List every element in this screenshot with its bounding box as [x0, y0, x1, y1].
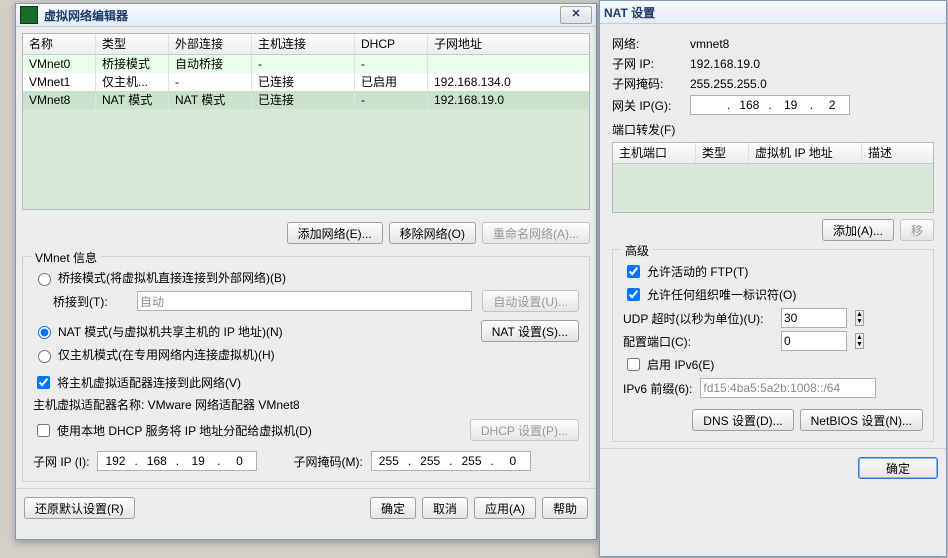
table-empty-area	[23, 109, 589, 209]
ipv6-prefix-label: IPv6 前缀(6):	[623, 380, 692, 397]
nat-subnetip-value: 192.168.19.0	[690, 57, 760, 71]
network-table: 名称 类型 外部连接 主机连接 DHCP 子网地址 VMnet0 桥接模式 自动…	[22, 33, 590, 210]
subnet-ip-field[interactable]: . . .	[97, 451, 257, 471]
advanced-legend: 高级	[621, 242, 653, 259]
hostonly-mode-label: 仅主机模式(在专用网络内连接虚拟机)(H)	[58, 346, 275, 363]
nat-titlebar[interactable]: NAT 设置	[600, 1, 946, 24]
col-vmip[interactable]: 虚拟机 IP 地址	[749, 143, 862, 163]
col-type[interactable]: 类型	[96, 34, 169, 54]
use-dhcp-checkbox[interactable]	[37, 424, 50, 437]
allow-ftp-label: 允许活动的 FTP(T)	[647, 263, 748, 280]
nat-title: NAT 设置	[604, 4, 655, 21]
remove-network-button[interactable]: 移除网络(O)	[389, 222, 476, 244]
network-table-header: 名称 类型 外部连接 主机连接 DHCP 子网地址	[23, 34, 589, 55]
virtual-network-editor-window: 虚拟网络编辑器 ✕ 名称 类型 外部连接 主机连接 DHCP 子网地址 VMne…	[15, 3, 597, 540]
col-hostport[interactable]: 主机端口	[613, 143, 696, 163]
apply-button[interactable]: 应用(A)	[474, 497, 536, 519]
gateway-label: 网关 IP(G):	[612, 97, 682, 114]
nat-subnetip-label: 子网 IP:	[612, 55, 682, 72]
pf-empty-area	[613, 164, 933, 212]
spinner-icon[interactable]: ▲▼	[855, 333, 864, 349]
cancel-button[interactable]: 取消	[422, 497, 468, 519]
col-desc[interactable]: 描述	[862, 143, 933, 163]
pf-add-button[interactable]: 添加(A)...	[822, 219, 894, 241]
rename-network-button: 重命名网络(A)...	[482, 222, 590, 244]
config-port-label: 配置端口(C):	[623, 333, 773, 350]
port-forward-label: 端口转发(F)	[612, 121, 934, 138]
vmnet-info-group: VMnet 信息 桥接模式(将虚拟机直接连接到外部网络)(B) 桥接到(T): …	[22, 256, 590, 482]
app-icon	[20, 6, 38, 24]
enable-ipv6-label: 启用 IPv6(E)	[647, 356, 714, 373]
bridge-to-label: 桥接到(T):	[53, 293, 133, 310]
hostonly-mode-radio[interactable]	[38, 350, 51, 363]
config-port-field[interactable]	[781, 331, 847, 351]
adapter-name-label: 主机虚拟适配器名称: VMware 网络适配器 VMnet8	[33, 396, 579, 413]
bridge-mode-radio[interactable]	[38, 273, 51, 286]
connect-host-adapter-label: 将主机虚拟适配器连接到此网络(V)	[57, 374, 241, 391]
table-row[interactable]: VMnet8 NAT 模式 NAT 模式 已连接 - 192.168.19.0	[23, 91, 589, 109]
ok-button[interactable]: 确定	[370, 497, 416, 519]
netbios-settings-button[interactable]: NetBIOS 设置(N)...	[800, 409, 923, 431]
nat-mode-radio[interactable]	[38, 326, 51, 339]
nat-mode-label: NAT 模式(与虚拟机共享主机的 IP 地址)(N)	[58, 323, 283, 340]
table-row[interactable]: VMnet1 仅主机... - 已连接 已启用 192.168.134.0	[23, 73, 589, 91]
nat-settings-window: NAT 设置 网络: vmnet8 子网 IP: 192.168.19.0 子网掩码…	[599, 0, 947, 557]
restore-defaults-button[interactable]: 还原默认设置(R)	[24, 497, 135, 519]
subnet-mask-field[interactable]: . . .	[371, 451, 531, 471]
col-host[interactable]: 主机连接	[252, 34, 355, 54]
nat-mask-label: 子网掩码:	[612, 75, 682, 92]
table-row[interactable]: VMnet0 桥接模式 自动桥接 - -	[23, 55, 589, 73]
auto-settings-button: 自动设置(U)...	[482, 290, 579, 312]
allow-oui-checkbox[interactable]	[627, 288, 640, 301]
ipv6-prefix-field	[700, 378, 876, 398]
nat-mask-value: 255.255.255.0	[690, 77, 767, 91]
port-forward-table: 主机端口 类型 虚拟机 IP 地址 描述	[612, 142, 934, 213]
spinner-icon[interactable]: ▲▼	[855, 310, 864, 326]
use-dhcp-label: 使用本地 DHCP 服务将 IP 地址分配给虚拟机(D)	[57, 422, 312, 439]
dhcp-settings-button: DHCP 设置(P)...	[470, 419, 579, 441]
col-dhcp[interactable]: DHCP	[355, 34, 428, 54]
enable-ipv6-checkbox[interactable]	[627, 358, 640, 371]
help-button[interactable]: 帮助	[542, 497, 588, 519]
close-icon[interactable]: ✕	[560, 6, 592, 24]
nat-net-value: vmnet8	[690, 37, 729, 51]
vmnet-info-legend: VMnet 信息	[31, 249, 101, 266]
pf-remove-button: 移	[900, 219, 934, 241]
subnet-mask-label: 子网掩码(M):	[293, 453, 362, 470]
allow-oui-label: 允许任何组织唯一标识符(O)	[647, 286, 796, 303]
udp-timeout-field[interactable]	[781, 308, 847, 328]
advanced-group: 高级 允许活动的 FTP(T) 允许任何组织唯一标识符(O) UDP 超时(以秒…	[612, 249, 934, 442]
col-name[interactable]: 名称	[23, 34, 96, 54]
col-pftype[interactable]: 类型	[696, 143, 749, 163]
dns-settings-button[interactable]: DNS 设置(D)...	[692, 409, 793, 431]
nat-ok-button[interactable]: 确定	[858, 457, 938, 479]
subnet-ip-label: 子网 IP (I):	[33, 453, 89, 470]
nat-settings-button[interactable]: NAT 设置(S)...	[481, 320, 579, 342]
nat-net-label: 网络:	[612, 35, 682, 52]
allow-ftp-checkbox[interactable]	[627, 265, 640, 278]
connect-host-adapter-checkbox[interactable]	[37, 376, 50, 389]
col-ext[interactable]: 外部连接	[169, 34, 252, 54]
col-subnet[interactable]: 子网地址	[428, 34, 589, 54]
gateway-ip-field[interactable]: . . .	[690, 95, 850, 115]
bridge-to-select	[137, 291, 472, 311]
udp-timeout-label: UDP 超时(以秒为单位)(U):	[623, 310, 773, 327]
vne-titlebar[interactable]: 虚拟网络编辑器 ✕	[16, 4, 596, 27]
vne-title: 虚拟网络编辑器	[44, 7, 128, 24]
bridge-mode-label: 桥接模式(将虚拟机直接连接到外部网络)(B)	[58, 269, 286, 286]
add-network-button[interactable]: 添加网络(E)...	[287, 222, 383, 244]
